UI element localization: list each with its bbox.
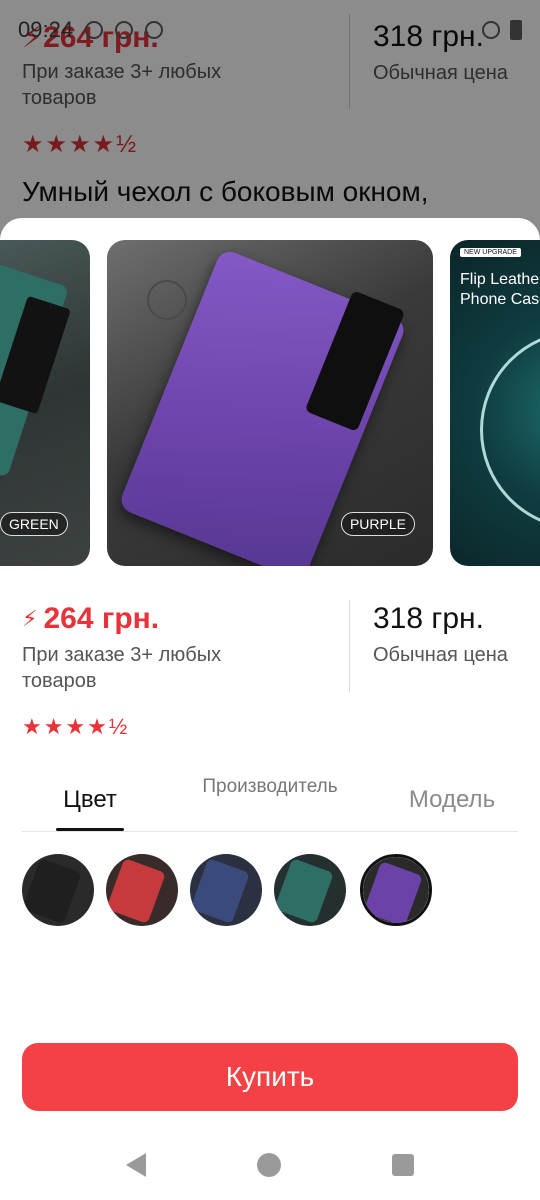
- camera-ring: [147, 280, 187, 320]
- swatch-case: [363, 861, 423, 923]
- color-chip-purple: PURPLE: [340, 512, 415, 536]
- notification-icons: [85, 21, 164, 39]
- swatch-preview: [22, 858, 82, 924]
- product-options-sheet: GREEN PURPLE NEW UPGRADE Flip Leather Ph…: [0, 218, 540, 1200]
- gallery-image-green[interactable]: GREEN: [0, 240, 90, 566]
- swatch-red[interactable]: [106, 854, 178, 926]
- notification-icon: [85, 21, 104, 39]
- swatch-preview: [106, 858, 166, 924]
- gallery-image-purple[interactable]: PURPLE: [107, 240, 433, 566]
- status-time: 09:24: [18, 17, 74, 42]
- swatch-preview: [274, 858, 334, 924]
- promo-title: Flip Leather Phone Case: [460, 271, 540, 308]
- notification-icon: [115, 21, 134, 39]
- regular-price: 318 грн.: [373, 602, 484, 635]
- sale-price-block: ⚡ 264 грн. При заказе 3+ любых товаров: [22, 602, 272, 694]
- regular-note: Обычная цена: [373, 644, 508, 666]
- color-chip-green: GREEN: [0, 512, 68, 536]
- active-tab-indicator: [56, 828, 124, 831]
- price-divider: [349, 600, 350, 692]
- sale-price: 264 грн.: [43, 602, 160, 635]
- system-nav-bar: [0, 1130, 540, 1200]
- swatch-preview: [363, 857, 429, 923]
- back-icon[interactable]: [125, 1153, 146, 1177]
- system-icons: [482, 20, 522, 40]
- facebook-icon: [145, 21, 164, 39]
- buy-button[interactable]: Купить: [22, 1043, 518, 1111]
- swatch-black[interactable]: [22, 854, 94, 926]
- swatch-blue[interactable]: [190, 854, 262, 926]
- tab-model[interactable]: Модель: [392, 786, 512, 814]
- color-swatches: [22, 854, 442, 930]
- sale-note: При заказе 3+ любых товаров: [22, 644, 222, 692]
- image-gallery[interactable]: GREEN PURPLE NEW UPGRADE Flip Leather Ph…: [0, 240, 540, 566]
- glow-ring: [480, 330, 540, 530]
- rating-stars: ★★★★½: [22, 714, 130, 739]
- tab-manufacturer[interactable]: Производитель: [190, 774, 350, 800]
- new-upgrade-badge: NEW UPGRADE: [460, 248, 521, 257]
- swatch-preview: [190, 858, 250, 924]
- wifi-icon: [482, 21, 500, 39]
- recent-apps-icon[interactable]: [392, 1154, 415, 1176]
- tab-color[interactable]: Цвет: [56, 786, 124, 814]
- gallery-image-promo[interactable]: NEW UPGRADE Flip Leather Phone Case: [450, 240, 540, 566]
- option-tabs: Цвет Производитель Модель: [22, 774, 518, 832]
- swatch-purple-selected[interactable]: [360, 854, 432, 926]
- sale-price-row: ⚡ 264 грн.: [22, 602, 272, 636]
- swatch-green[interactable]: [274, 854, 346, 926]
- battery-icon: [510, 20, 522, 40]
- status-bar: 09:24: [0, 0, 540, 60]
- home-icon[interactable]: [256, 1153, 281, 1177]
- regular-price-block: 318 грн. Обычная цена: [373, 602, 508, 667]
- flash-icon: ⚡: [22, 606, 38, 631]
